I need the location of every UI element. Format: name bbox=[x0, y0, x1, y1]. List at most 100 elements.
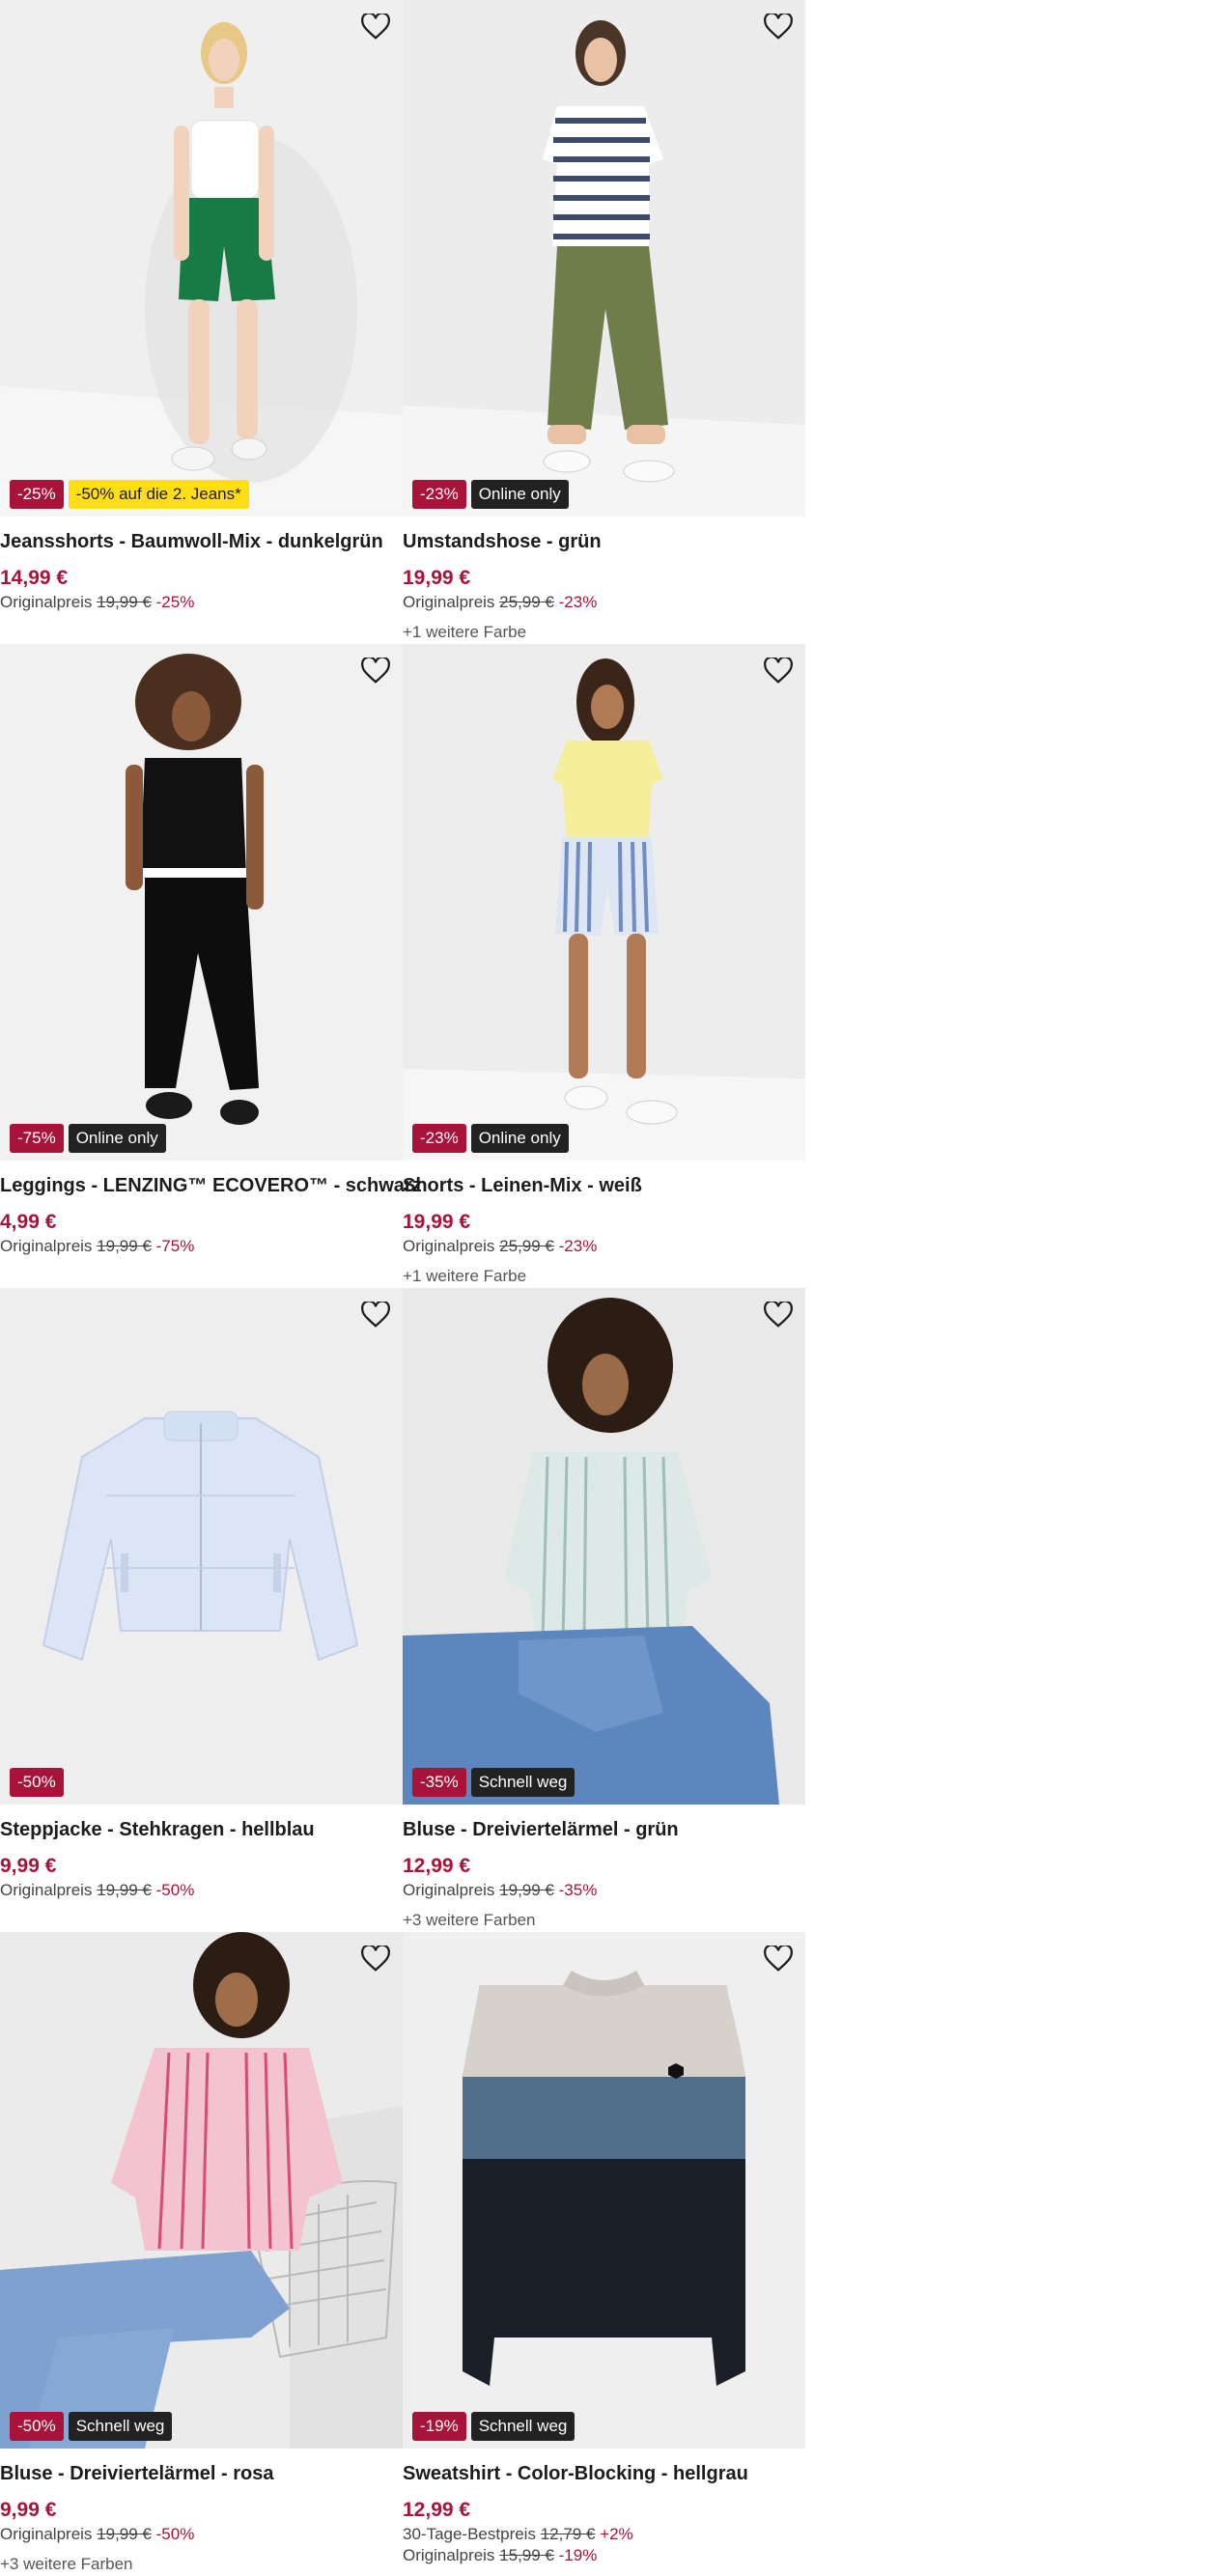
online-only-badge: Online only bbox=[470, 480, 569, 509]
product-photo-bluse-gruen bbox=[403, 1288, 805, 1805]
discount-percent: -75% bbox=[155, 1237, 195, 1255]
more-colors-link[interactable]: +1 weitere Farbe bbox=[403, 1267, 526, 1286]
product-image[interactable]: -50% Schnell weg bbox=[0, 1932, 403, 2449]
product-title[interactable]: Jeansshorts - Baumwoll-Mix - dunkelgrün bbox=[0, 531, 383, 553]
original-price-label: Originalpreis bbox=[0, 1237, 93, 1255]
badge-row: -23% Online only bbox=[412, 1124, 569, 1153]
original-price: 19,99 € bbox=[97, 1237, 152, 1255]
schnell-weg-badge: Schnell weg bbox=[470, 2412, 575, 2441]
badge-row: -19% Schnell weg bbox=[412, 2412, 575, 2441]
original-price-row: Originalpreis 19,99 € -75% bbox=[0, 1237, 194, 1256]
discount-percent: -23% bbox=[558, 593, 598, 611]
discount-badge: -75% bbox=[10, 1124, 64, 1153]
favorite-heart-icon[interactable] bbox=[761, 654, 796, 688]
product-card[interactable]: -19% Schnell weg Sweatshirt - Color-Bloc… bbox=[403, 1932, 805, 2576]
product-title[interactable]: Steppjacke - Stehkragen - hellblau bbox=[0, 1819, 315, 1841]
original-price: 19,99 € bbox=[97, 1881, 152, 1899]
discount-badge: -50% bbox=[10, 2412, 64, 2441]
product-photo-leggings bbox=[0, 644, 403, 1161]
product-price: 9,99 € bbox=[0, 2499, 57, 2521]
original-price-row: Originalpreis 19,99 € -35% bbox=[403, 1881, 597, 1900]
original-price-label: Originalpreis bbox=[403, 1237, 495, 1255]
product-card[interactable]: -23% Online only Shorts - Leinen-Mix - w… bbox=[403, 644, 805, 1288]
original-price: 15,99 € bbox=[499, 2546, 554, 2564]
product-title[interactable]: Shorts - Leinen-Mix - weiß bbox=[403, 1175, 642, 1197]
promo-badge: -50% auf die 2. Jeans* bbox=[68, 480, 249, 509]
favorite-heart-icon[interactable] bbox=[761, 1942, 796, 1976]
product-photo-shorts bbox=[403, 644, 805, 1161]
original-price-row: Originalpreis 15,99 € -19% bbox=[403, 2546, 597, 2565]
discount-percent: -35% bbox=[558, 1881, 598, 1899]
schnell-weg-badge: Schnell weg bbox=[470, 1768, 575, 1797]
original-price-label: Originalpreis bbox=[403, 2546, 495, 2564]
product-title[interactable]: Umstandshose - grün bbox=[403, 531, 602, 553]
product-title[interactable]: Leggings - LENZING™ ECOVERO™ - schwarz bbox=[0, 1175, 422, 1197]
original-price-label: Originalpreis bbox=[0, 2525, 93, 2543]
product-card[interactable]: -75% Online only Leggings - LENZING™ ECO… bbox=[0, 644, 422, 1288]
favorite-heart-icon[interactable] bbox=[761, 1298, 796, 1332]
original-price-row: Originalpreis 19,99 € -25% bbox=[0, 593, 194, 612]
discount-badge: -50% bbox=[10, 1768, 64, 1797]
product-card[interactable]: -25% -50% auf die 2. Jeans* Jeansshorts … bbox=[0, 0, 403, 644]
original-price: 25,99 € bbox=[499, 1237, 554, 1255]
product-price: 4,99 € bbox=[0, 1211, 57, 1233]
discount-badge: -19% bbox=[412, 2412, 466, 2441]
product-image[interactable]: -25% -50% auf die 2. Jeans* bbox=[0, 0, 403, 517]
favorite-heart-icon[interactable] bbox=[358, 1298, 393, 1332]
product-photo-umstandshose bbox=[403, 0, 805, 517]
original-price-row: Originalpreis 25,99 € -23% bbox=[403, 593, 597, 612]
discount-badge: -23% bbox=[412, 480, 466, 509]
product-photo-steppjacke bbox=[0, 1288, 403, 1805]
online-only-badge: Online only bbox=[470, 1124, 569, 1153]
product-card[interactable]: -50% Schnell weg Bluse - Dreiviertelärme… bbox=[0, 1932, 403, 2576]
original-price-row: Originalpreis 19,99 € -50% bbox=[0, 2525, 194, 2544]
best-price-percent: +2% bbox=[600, 2525, 633, 2543]
product-image[interactable]: -19% Schnell weg bbox=[403, 1932, 805, 2449]
discount-badge: -23% bbox=[412, 1124, 466, 1153]
badge-row: -50% bbox=[10, 1768, 64, 1797]
product-price: 9,99 € bbox=[0, 1855, 57, 1877]
original-price: 25,99 € bbox=[499, 593, 554, 611]
original-price-row: Originalpreis 19,99 € -50% bbox=[0, 1881, 194, 1900]
discount-percent: -25% bbox=[155, 593, 195, 611]
product-price: 19,99 € bbox=[403, 1211, 471, 1233]
product-price: 19,99 € bbox=[403, 567, 471, 589]
discount-percent: -23% bbox=[558, 1237, 598, 1255]
original-price-row: Originalpreis 25,99 € -23% bbox=[403, 1237, 597, 1256]
product-title[interactable]: Sweatshirt - Color-Blocking - hellgrau bbox=[403, 2463, 748, 2485]
product-title[interactable]: Bluse - Dreiviertelärmel - grün bbox=[403, 1819, 679, 1841]
product-card[interactable]: -35% Schnell weg Bluse - Dreiviertelärme… bbox=[403, 1288, 805, 1932]
product-price: 14,99 € bbox=[0, 567, 69, 589]
discount-badge: -25% bbox=[10, 480, 64, 509]
product-title[interactable]: Bluse - Dreiviertelärmel - rosa bbox=[0, 2463, 273, 2485]
badge-row: -35% Schnell weg bbox=[412, 1768, 575, 1797]
product-image[interactable]: -23% Online only bbox=[403, 644, 805, 1161]
more-colors-link[interactable]: +3 weitere Farben bbox=[0, 2555, 133, 2574]
best-price-row: 30-Tage-Bestpreis 12,79 € +2% bbox=[403, 2525, 633, 2544]
discount-badge: -35% bbox=[412, 1768, 466, 1797]
product-photo-bluse-rosa bbox=[0, 1932, 403, 2449]
schnell-weg-badge: Schnell weg bbox=[68, 2412, 173, 2441]
product-card[interactable]: -50% Steppjacke - Stehkragen - hellblau … bbox=[0, 1288, 403, 1932]
badge-row: -23% Online only bbox=[412, 480, 569, 509]
original-price: 19,99 € bbox=[499, 1881, 554, 1899]
badge-row: -75% Online only bbox=[10, 1124, 166, 1153]
product-photo-sweatshirt bbox=[403, 1932, 805, 2449]
favorite-heart-icon[interactable] bbox=[358, 1942, 393, 1976]
favorite-heart-icon[interactable] bbox=[358, 10, 393, 44]
original-price-label: Originalpreis bbox=[403, 1881, 495, 1899]
product-image[interactable]: -75% Online only bbox=[0, 644, 403, 1161]
more-colors-link[interactable]: +3 weitere Farben bbox=[403, 1911, 536, 1930]
product-photo-jeansshorts bbox=[0, 0, 403, 517]
product-price: 12,99 € bbox=[403, 2499, 471, 2521]
favorite-heart-icon[interactable] bbox=[761, 10, 796, 44]
favorite-heart-icon[interactable] bbox=[358, 654, 393, 688]
product-image[interactable]: -50% bbox=[0, 1288, 403, 1805]
product-image[interactable]: -23% Online only bbox=[403, 0, 805, 517]
best-price: 12,79 € bbox=[540, 2525, 596, 2543]
more-colors-link[interactable]: +1 weitere Farbe bbox=[403, 623, 526, 642]
original-price: 19,99 € bbox=[97, 593, 152, 611]
product-image[interactable]: -35% Schnell weg bbox=[403, 1288, 805, 1805]
original-price-label: Originalpreis bbox=[0, 593, 93, 611]
product-card[interactable]: -23% Online only Umstandshose - grün 19,… bbox=[403, 0, 805, 644]
